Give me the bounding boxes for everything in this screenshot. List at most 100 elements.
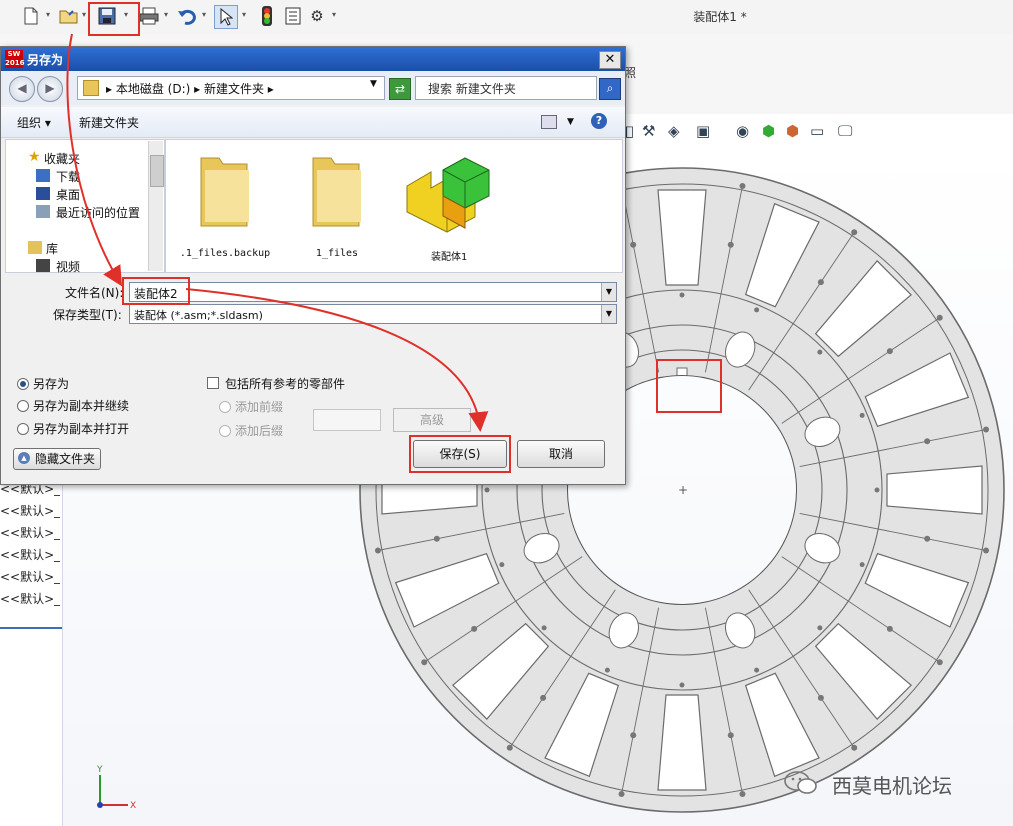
view-settings-icon[interactable]: ▭ [810, 122, 824, 140]
nav-scrollbar[interactable] [148, 141, 164, 271]
refresh-icon[interactable]: ⇄ [389, 78, 411, 100]
star-icon: ★ [28, 149, 41, 165]
open-folder-icon[interactable] [58, 5, 80, 27]
monitor-icon[interactable]: 🖵 [838, 122, 852, 140]
hide-folders-button[interactable]: ▲ 隐藏文件夹 [13, 448, 101, 470]
dialog-titlebar[interactable]: SW 2016 另存为 ✕ [1, 47, 625, 71]
save-icon-highlight [88, 2, 140, 36]
notch-highlight [656, 359, 722, 413]
print-icon[interactable] [138, 5, 160, 27]
include-refs-label[interactable]: 包括所有参考的零部件 [225, 375, 345, 392]
hide-show-icon[interactable]: ◉ [736, 122, 749, 140]
select-arrow-icon[interactable] [214, 5, 238, 29]
radio-add-suffix[interactable] [219, 425, 231, 437]
navigation-pane: ★ 收藏夹 下载 桌面 最近访问的位置 库 视频 [5, 139, 165, 275]
cube-view-icon[interactable]: ▣ [696, 122, 710, 140]
chevron-down-icon[interactable]: ▾ [242, 10, 250, 22]
chevron-up-icon: ▲ [18, 452, 30, 464]
organize-button[interactable]: 组织 ▾ [17, 114, 51, 131]
axis-triad-icon: Y X [96, 765, 136, 811]
chevron-down-icon[interactable]: ▾ [332, 10, 340, 22]
tree-item[interactable]: <<默认>_显 [0, 568, 60, 585]
options-list-icon[interactable] [282, 5, 304, 27]
search-placeholder: 搜索 新建文件夹 [428, 82, 516, 96]
include-refs-checkbox[interactable] [207, 377, 219, 389]
radio-save-as[interactable] [17, 378, 29, 390]
chevron-down-icon[interactable]: ▾ [164, 10, 172, 22]
tree-item[interactable]: <<默认>_显 [0, 524, 60, 541]
save-copy-continue-label[interactable]: 另存为副本并继续 [33, 397, 129, 414]
new-folder-button[interactable]: 新建文件夹 [79, 114, 139, 131]
radio-save-copy-open[interactable] [17, 423, 29, 435]
forward-icon[interactable]: ▶ [37, 76, 63, 102]
address-row: ◀ ▶ ▸ 本地磁盘 (D:) ▸ 新建文件夹 ▸ ▼ ⇄ 搜索 新建文件夹 ⌕ [1, 71, 625, 105]
filename-label: 文件名(N): [65, 286, 124, 300]
traffic-light-icon[interactable] [256, 5, 278, 27]
hide-folders-label: 隐藏文件夹 [34, 452, 95, 466]
recent-places-icon [36, 205, 50, 218]
radio-add-prefix[interactable] [219, 401, 231, 413]
chevron-down-icon[interactable]: ▼ [601, 283, 616, 301]
cancel-button[interactable]: 取消 [517, 440, 605, 468]
close-icon[interactable]: ✕ [599, 51, 621, 69]
nav-item-downloads[interactable]: 下载 [56, 168, 80, 185]
chevron-down-icon[interactable]: ▾ [202, 10, 210, 22]
file-item[interactable]: .1_files.backup [170, 146, 280, 266]
video-icon [36, 259, 50, 272]
wechat-icon [784, 771, 817, 794]
svg-text:+: + [678, 483, 688, 497]
chevron-down-icon[interactable]: ▼ [370, 79, 377, 89]
radio-save-copy-continue[interactable] [17, 400, 29, 412]
file-item[interactable]: 装配体1 [394, 146, 504, 266]
feature-tree: <<默认>_显 <<默认>_显 <<默认>_显 <<默认>_显 <<默认>_显 … [0, 480, 63, 826]
save-as-option-label[interactable]: 另存为 [33, 375, 69, 392]
back-icon[interactable]: ◀ [9, 76, 35, 102]
tree-divider [0, 627, 62, 629]
stator-slot [657, 189, 707, 286]
filename-highlight [122, 277, 190, 305]
views-icon[interactable] [541, 115, 557, 129]
tree-item[interactable]: <<默认>_显 [0, 502, 60, 519]
appearance-icon[interactable]: ⬢ [762, 122, 775, 140]
help-icon[interactable]: ? [591, 113, 607, 129]
nav-item-libraries[interactable]: 库 [46, 240, 58, 257]
prefix-input[interactable] [313, 409, 381, 431]
filename-field[interactable]: 装配体2 ▼ [129, 282, 617, 302]
chevron-down-icon[interactable]: ▾ [46, 10, 54, 22]
library-icon [28, 241, 42, 254]
desktop-icon [36, 187, 50, 200]
nav-item-desktop[interactable]: 桌面 [56, 186, 80, 203]
stator-slot [886, 465, 983, 515]
nav-item-recent[interactable]: 最近访问的位置 [56, 204, 140, 221]
assembly-file-icon [406, 157, 490, 233]
nav-item-videos[interactable]: 视频 [56, 258, 80, 275]
save-button-highlight [409, 435, 511, 473]
save-copy-open-label[interactable]: 另存为副本并打开 [33, 420, 129, 437]
scene-icon[interactable]: ⬢ [786, 122, 799, 140]
file-item[interactable]: 1_files [282, 146, 392, 266]
new-document-icon[interactable] [20, 5, 42, 27]
folder-icon [83, 80, 99, 96]
scroll-thumb[interactable] [150, 155, 164, 187]
display-style-icon[interactable]: ◈ [668, 122, 680, 140]
add-suffix-label: 添加后缀 [235, 424, 284, 438]
advanced-button[interactable]: 高级 [393, 408, 471, 432]
address-bar[interactable]: ▸ 本地磁盘 (D:) ▸ 新建文件夹 ▸ ▼ [77, 76, 385, 100]
view-orientation-icon[interactable]: ⚒ [642, 122, 655, 140]
filetype-select[interactable]: 装配体 (*.asm;*.sldasm) ▼ [129, 304, 617, 324]
search-input[interactable]: 搜索 新建文件夹 [415, 76, 597, 100]
nav-item-favorites[interactable]: 收藏夹 [44, 150, 80, 167]
chevron-down-icon[interactable]: ▼ [567, 117, 574, 127]
filetype-label: 保存类型(T): [53, 308, 122, 322]
tree-item[interactable]: <<默认>_显 [0, 546, 60, 563]
watermark: 西莫电机论坛 [832, 774, 952, 798]
search-icon[interactable]: ⌕ [599, 78, 621, 100]
stator-slot [657, 694, 707, 791]
tree-item[interactable]: <<默认>_显 [0, 590, 60, 607]
address-path[interactable]: ▸ 本地磁盘 (D:) ▸ 新建文件夹 ▸ [106, 80, 274, 97]
chevron-down-icon[interactable]: ▼ [601, 305, 616, 323]
undo-icon[interactable] [176, 5, 198, 27]
gear-icon[interactable]: ⚙ [306, 5, 328, 27]
document-title: 装配体1 * [693, 10, 747, 24]
svg-text:X: X [130, 801, 136, 811]
